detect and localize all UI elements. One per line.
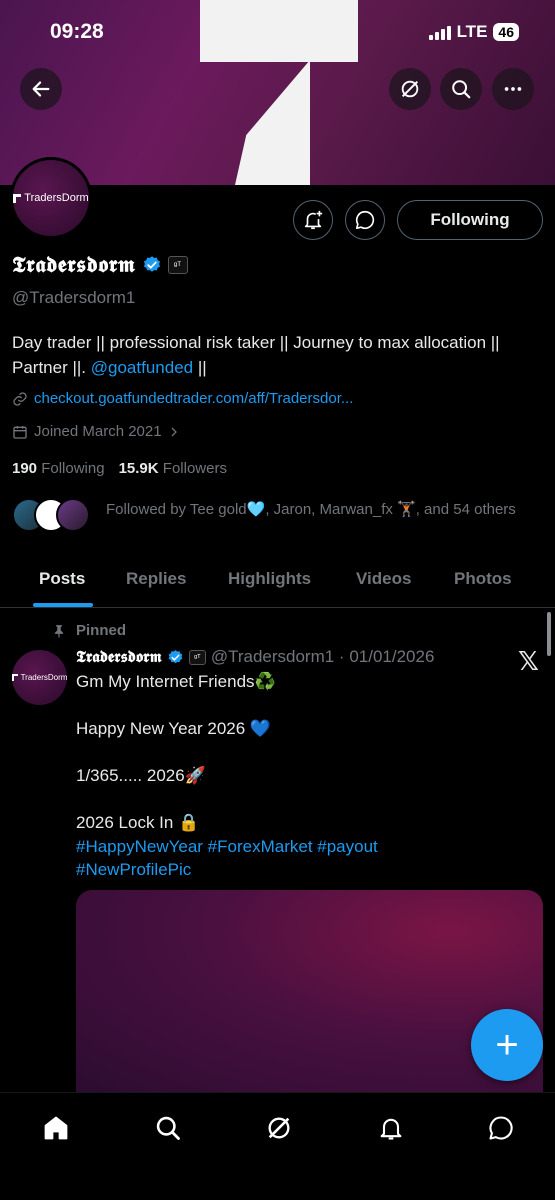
chevron-right-icon[interactable] [168, 426, 180, 438]
chat-bubble-icon [355, 210, 375, 230]
tradersdorm-logo-icon [11, 674, 18, 681]
arrow-left-icon [32, 81, 50, 97]
affiliate-badge[interactable]: ᵍᵀ [167, 256, 188, 274]
battery-icon: 46 [493, 23, 519, 41]
bell-plus-icon [304, 210, 323, 230]
banner-shape [235, 60, 310, 185]
avatar[interactable]: TradersDorm [10, 157, 92, 239]
hashtag-link[interactable]: #NewProfilePic [76, 858, 536, 882]
search-button[interactable] [440, 68, 482, 110]
signal-icon [428, 24, 451, 40]
follower-avatar [56, 498, 90, 532]
network-label: LTE [456, 22, 488, 41]
profile-bio: Day trader || professional risk taker ||… [12, 333, 500, 377]
more-icon [504, 87, 522, 91]
bell-icon[interactable] [376, 1113, 406, 1143]
search-icon[interactable] [153, 1113, 183, 1143]
followed-by[interactable]: Followed by Tee gold🩵, Jaron, Marwan_fx … [12, 498, 516, 532]
pin-icon [54, 624, 64, 637]
status-time: 09:28 [50, 20, 104, 43]
tab-replies[interactable]: Replies [126, 569, 186, 589]
tab-highlights[interactable]: Highlights [228, 569, 311, 589]
verified-badge-icon [168, 649, 183, 663]
profile-name: 𝕿𝖗𝖆𝖉𝖊𝖗𝖘𝖉𝖔𝖗𝖒 [12, 252, 136, 278]
notifications-subscribe-button[interactable] [293, 200, 333, 240]
tradersdorm-logo-icon [13, 193, 22, 203]
active-tab-indicator [33, 603, 93, 607]
post-header: 𝕿𝖗𝖆𝖉𝖊𝖗𝖘𝖉𝖔𝖗𝖒 ᵍᵀ @Tradersdorm1 · 01/01/202… [76, 647, 434, 667]
following-stat[interactable]: 190 Following [12, 460, 105, 477]
status-bar: 09:28 LTE 46 [0, 0, 555, 60]
joined-date: Joined March 2021 [34, 423, 162, 440]
grok-icon [401, 80, 419, 98]
hashtag-link[interactable]: #HappyNewYear #ForexMarket #payout [76, 835, 536, 859]
tab-posts[interactable]: Posts [39, 569, 85, 589]
link-icon [13, 391, 27, 406]
scrollbar[interactable] [547, 612, 551, 656]
back-button[interactable] [20, 68, 62, 110]
verified-badge-icon [143, 256, 160, 272]
compose-button[interactable]: + [471, 1009, 543, 1081]
search-icon [452, 80, 471, 99]
post-text: Gm My Internet Friends♻️ Happy New Year … [76, 670, 536, 882]
tab-videos[interactable]: Videos [356, 569, 411, 589]
affiliate-badge: ᵍᵀ [188, 649, 206, 665]
post-avatar[interactable]: TradersDorm [11, 650, 67, 705]
profile-handle: @Tradersdorm1 [12, 288, 136, 307]
message-button[interactable] [345, 200, 385, 240]
more-button[interactable] [492, 68, 534, 110]
tab-photos[interactable]: Photos [454, 569, 512, 589]
post-handle-date: @Tradersdorm1 · 01/01/2026 [210, 647, 435, 666]
followed-by-text: Followed by Tee gold🩵, Jaron, Marwan_fx … [106, 501, 516, 518]
following-button[interactable]: Following [397, 200, 543, 240]
bottom-nav [0, 1092, 555, 1200]
pinned-label: Pinned [52, 622, 126, 639]
grok-icon[interactable] [264, 1113, 294, 1143]
post-author[interactable]: 𝕿𝖗𝖆𝖉𝖊𝖗𝖘𝖉𝖔𝖗𝖒 [76, 647, 162, 667]
post-media-image[interactable] [76, 890, 543, 1095]
home-icon[interactable] [41, 1113, 71, 1143]
messages-icon[interactable] [486, 1113, 516, 1143]
calendar-icon [13, 425, 27, 439]
followers-stat[interactable]: 15.9K Followers [119, 460, 227, 477]
grok-button[interactable] [389, 68, 431, 110]
profile-tabs: Posts Replies Highlights Videos Photos [0, 556, 555, 608]
mention-link[interactable]: @goatfunded [91, 358, 193, 377]
profile-website-link[interactable]: checkout.goatfundedtrader.com/aff/Trader… [34, 390, 353, 407]
